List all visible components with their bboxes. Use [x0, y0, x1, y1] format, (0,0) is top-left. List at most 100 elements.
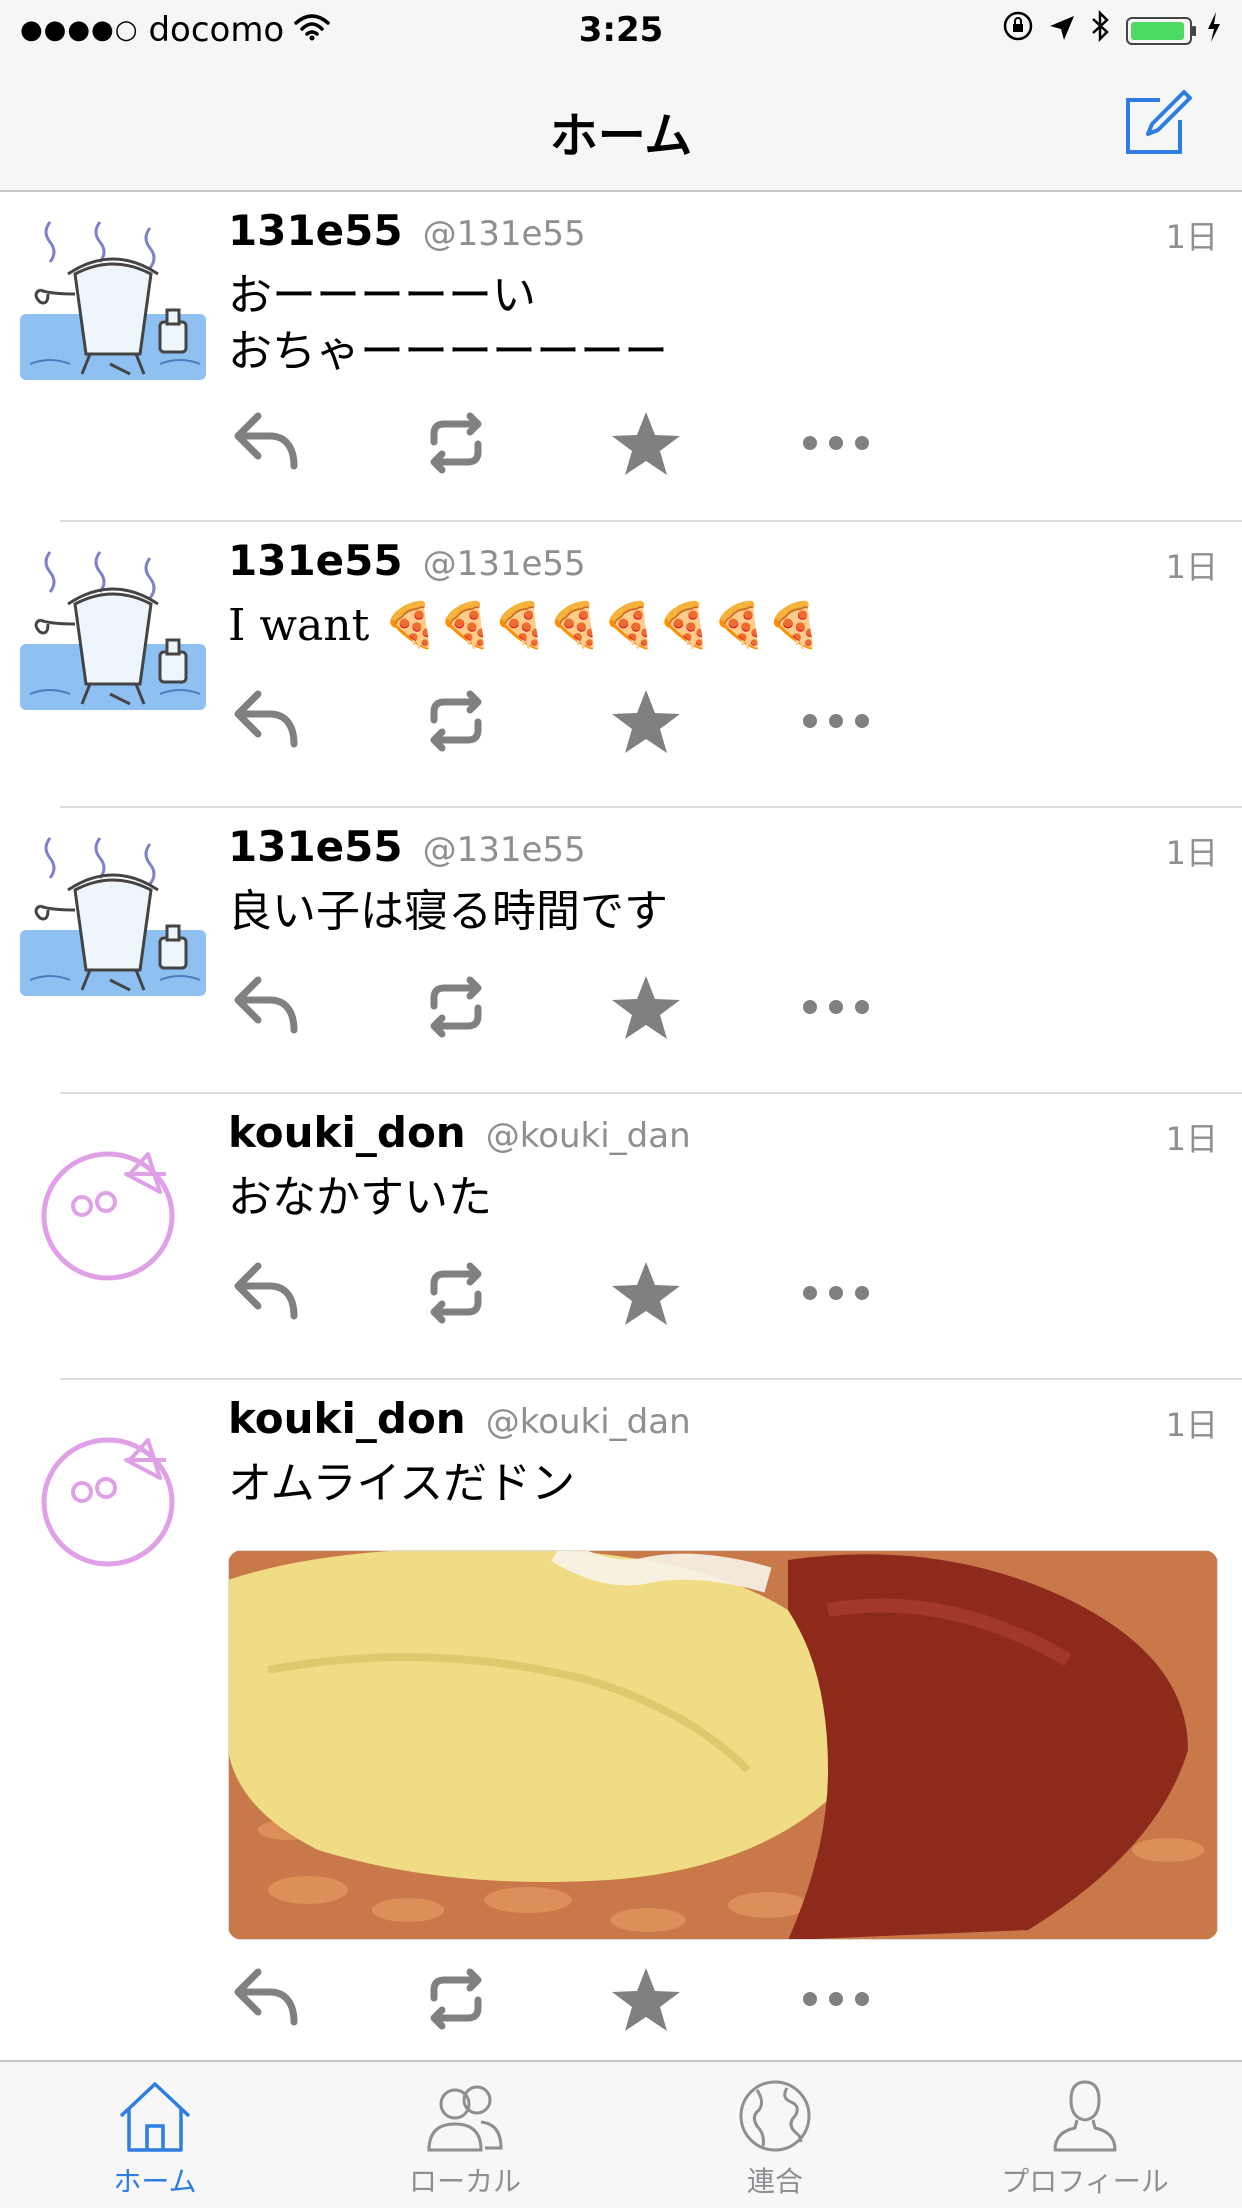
post-text: I want 🍕🍕🍕🍕🍕🍕🍕🍕 — [228, 600, 822, 651]
more-button[interactable] — [798, 1258, 874, 1328]
status-bar: ●●●●○ docomo 3:25 — [0, 0, 1242, 60]
post-text: オムライスだドン — [228, 1458, 576, 1509]
boost-icon — [418, 1964, 494, 2034]
user-handle: @131e55 — [422, 214, 586, 254]
post-text: おーーーーーい おちゃーーーーーーー — [228, 270, 668, 377]
more-button[interactable] — [798, 1964, 874, 2034]
boost-button[interactable] — [418, 1964, 494, 2034]
more-icon — [798, 686, 874, 756]
tab-federated[interactable]: 連合 — [620, 2062, 930, 2210]
globe-icon — [739, 2080, 811, 2152]
post-time: 1日 — [1165, 548, 1218, 586]
local-users-icon — [427, 2085, 503, 2152]
favourite-button[interactable] — [608, 972, 684, 1042]
media-attachment[interactable] — [228, 1550, 1218, 1940]
orientation-lock-icon — [1002, 10, 1034, 51]
navigation-bar: ホーム — [0, 60, 1242, 192]
more-button[interactable] — [798, 972, 874, 1042]
reply-icon — [228, 408, 304, 478]
favourite-button[interactable] — [608, 1258, 684, 1328]
reply-icon — [228, 1258, 304, 1328]
action-bar — [228, 1258, 878, 1328]
star-icon — [608, 1258, 684, 1328]
user-handle: @131e55 — [422, 544, 586, 584]
reply-button[interactable] — [228, 972, 304, 1042]
more-button[interactable] — [798, 686, 874, 756]
star-icon — [608, 408, 684, 478]
display-name: 131e55 — [228, 536, 403, 585]
boost-button[interactable] — [418, 408, 494, 478]
omurice-photo — [228, 1550, 1218, 1940]
star-icon — [608, 1964, 684, 2034]
location-icon — [1048, 11, 1076, 51]
post-time: 1日 — [1165, 1120, 1218, 1158]
charging-icon — [1206, 11, 1222, 51]
more-icon — [798, 972, 874, 1042]
more-icon — [798, 1258, 874, 1328]
tab-bar: ホーム ローカル 連合 プロフィール — [0, 2060, 1242, 2208]
display-name: kouki_don — [228, 1394, 466, 1443]
toot-item[interactable]: 131e55 @131e55 1日 良い子は寝る時間です — [60, 808, 1242, 1094]
boost-icon — [418, 408, 494, 478]
action-bar — [228, 1964, 878, 2034]
avatar[interactable] — [20, 1116, 206, 1302]
bluetooth-icon — [1090, 9, 1112, 51]
toot-item[interactable]: kouki_don @kouki_dan 1日 おなかすいた — [60, 1094, 1242, 1380]
action-bar — [228, 408, 878, 478]
avatar[interactable] — [20, 544, 206, 730]
reply-button[interactable] — [228, 1964, 304, 2034]
action-bar — [228, 972, 878, 1042]
tab-label: プロフィール — [1001, 2165, 1169, 2198]
reply-button[interactable] — [228, 686, 304, 756]
home-icon — [119, 2082, 191, 2152]
star-icon — [608, 972, 684, 1042]
compose-icon — [1126, 90, 1192, 154]
boost-button[interactable] — [418, 1258, 494, 1328]
boost-button[interactable] — [418, 972, 494, 1042]
toot-item[interactable]: 131e55 @131e55 1日 I want 🍕🍕🍕🍕🍕🍕🍕🍕 — [60, 522, 1242, 808]
battery-icon — [1126, 16, 1196, 45]
post-time: 1日 — [1165, 1406, 1218, 1444]
avatar[interactable] — [20, 214, 206, 400]
reply-button[interactable] — [228, 1258, 304, 1328]
tab-label: ホーム — [113, 2165, 197, 2198]
reply-button[interactable] — [228, 408, 304, 478]
avatar[interactable] — [20, 830, 206, 1016]
action-bar — [228, 686, 878, 756]
post-text: 良い子は寝る時間です — [228, 886, 668, 937]
user-handle: @kouki_dan — [485, 1402, 691, 1442]
page-title: ホーム — [549, 108, 693, 164]
boost-icon — [418, 972, 494, 1042]
user-handle: @kouki_dan — [485, 1116, 691, 1156]
tab-home[interactable]: ホーム — [0, 2062, 310, 2210]
tab-label: ローカル — [408, 2165, 521, 2198]
avatar[interactable] — [20, 1402, 206, 1588]
reply-icon — [228, 1964, 304, 2034]
more-button[interactable] — [798, 408, 874, 478]
boost-icon — [418, 1258, 494, 1328]
more-icon — [798, 1964, 874, 2034]
more-icon — [798, 408, 874, 478]
display-name: 131e55 — [228, 206, 403, 255]
star-icon — [608, 686, 684, 756]
profile-icon — [1053, 2080, 1117, 2152]
reply-icon — [228, 972, 304, 1042]
post-text: おなかすいた — [228, 1172, 492, 1223]
tab-profile[interactable]: プロフィール — [930, 2062, 1240, 2210]
favourite-button[interactable] — [608, 1964, 684, 2034]
favourite-button[interactable] — [608, 408, 684, 478]
boost-icon — [418, 686, 494, 756]
compose-button[interactable] — [1120, 88, 1192, 160]
reply-icon — [228, 686, 304, 756]
timeline: 131e55 @131e55 1日 おーーーーーい おちゃーーーーーーー 131… — [0, 192, 1242, 2080]
boost-button[interactable] — [418, 686, 494, 756]
tab-label: 連合 — [746, 2165, 803, 2198]
tab-local[interactable]: ローカル — [310, 2062, 620, 2210]
toot-item[interactable]: 131e55 @131e55 1日 おーーーーーい おちゃーーーーーーー — [60, 192, 1242, 522]
toot-item[interactable]: kouki_don @kouki_dan 1日 オムライスだドン — [60, 1380, 1242, 2080]
user-handle: @131e55 — [422, 830, 586, 870]
post-time: 1日 — [1165, 218, 1218, 256]
display-name: kouki_don — [228, 1108, 466, 1157]
post-time: 1日 — [1165, 834, 1218, 872]
favourite-button[interactable] — [608, 686, 684, 756]
